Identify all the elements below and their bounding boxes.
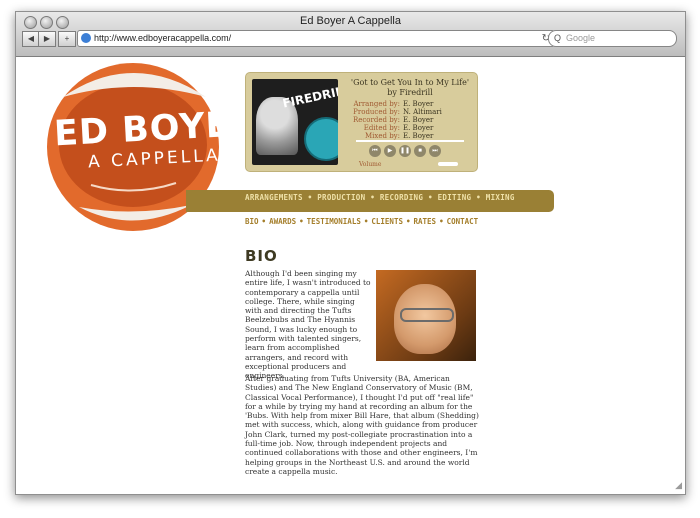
portrait-photo xyxy=(376,270,476,361)
main-nav-links[interactable]: ARRANGEMENTS • PRODUCTION • RECORDING • … xyxy=(245,193,515,202)
resize-grip-icon[interactable]: ◢ xyxy=(675,480,682,491)
page-content: ED BOYER A CAPPELLA FIREDRILL! 'Got to G… xyxy=(16,57,685,494)
album-title-text: FIREDRILL! xyxy=(281,81,338,111)
credit-row: Produced by: N. Altimari xyxy=(344,108,442,116)
address-bar[interactable]: http://www.edboyeracappella.com/ ↻ xyxy=(77,30,555,47)
song-title: 'Got to Get You In to My Life' xyxy=(350,78,470,87)
sub-nav: BIO • AWARDS • TESTIMONIALS • CLIENTS • RATES • CO… xyxy=(245,217,478,226)
nav-link-awards[interactable]: AWARDS xyxy=(269,217,296,226)
credit-value: E. Boyer xyxy=(403,100,434,108)
credit-label: Edited by: xyxy=(363,124,400,132)
credit-row: Recorded by: E. Boyer xyxy=(344,116,442,124)
next-track-button[interactable]: ⏭ xyxy=(429,145,441,157)
song-artist: by Firedrill xyxy=(387,88,433,97)
play-button[interactable]: ▶ xyxy=(384,145,396,157)
bio-heading: BIO xyxy=(245,247,278,265)
add-bookmark-button[interactable]: + xyxy=(58,31,76,47)
stop-button[interactable]: ■ xyxy=(414,145,426,157)
url-text: http://www.edboyeracappella.com/ xyxy=(94,33,232,43)
credit-value: E. Boyer xyxy=(403,132,434,140)
album-disc-icon xyxy=(304,117,338,161)
credit-row: Edited by: E. Boyer xyxy=(344,124,442,132)
credit-label: Produced by: xyxy=(353,108,400,116)
plus-icon: + xyxy=(64,34,70,43)
nav-separator: • xyxy=(439,217,444,226)
credit-row: Mixed by: E. Boyer xyxy=(344,132,442,140)
nav-separator: • xyxy=(363,217,369,226)
nav-separator: • xyxy=(261,217,267,226)
credit-value: N. Altimari xyxy=(403,108,442,116)
credit-row: Arranged by: E. Boyer xyxy=(344,100,442,108)
volume-slider[interactable] xyxy=(438,162,458,166)
music-player: FIREDRILL! 'Got to Get You In to My Life… xyxy=(245,72,478,172)
credit-label: Recorded by: xyxy=(352,116,400,124)
bio-paragraph-2: After graduating from Tufts University (… xyxy=(245,374,479,476)
credit-value: E. Boyer xyxy=(403,124,434,132)
search-placeholder: Google xyxy=(566,33,596,43)
previous-track-button[interactable]: ⏮ xyxy=(369,145,381,157)
nav-link-clients[interactable]: CLIENTS xyxy=(371,217,403,226)
pause-button[interactable]: ❚❚ xyxy=(399,145,411,157)
nav-link-rates[interactable]: RATES xyxy=(414,217,437,226)
forward-arrow-icon: ▶ xyxy=(43,34,51,43)
nav-link-contact[interactable]: CONTACT xyxy=(447,217,479,226)
bio-paragraph-1: Although I'd been singing my entire life… xyxy=(245,269,371,381)
title-bar: Ed Boyer A Cappella ◀ ▶ + http://www.edb… xyxy=(16,12,685,57)
player-controls: ⏮ ▶ ❚❚ ■ ⏭ xyxy=(369,145,441,157)
globe-icon xyxy=(81,33,91,43)
window-title: Ed Boyer A Cappella xyxy=(300,15,401,27)
credit-label: Mixed by: xyxy=(365,132,400,140)
progress-bar[interactable] xyxy=(356,140,464,142)
forward-button[interactable]: ▶ xyxy=(38,31,56,47)
credits-list: Arranged by: E. Boyer Produced by: N. Alti… xyxy=(344,100,442,140)
main-nav-bar: ARRANGEMENTS • PRODUCTION • RECORDING • … xyxy=(186,190,554,212)
volume-label: Volume xyxy=(359,161,382,168)
browser-window: Ed Boyer A Cappella ◀ ▶ + http://www.edb… xyxy=(15,11,686,495)
back-arrow-icon: ◀ xyxy=(27,34,35,43)
nav-separator: • xyxy=(405,217,411,226)
nav-separator: • xyxy=(299,217,304,226)
search-field[interactable]: Q Google xyxy=(548,30,677,47)
search-icon: Q xyxy=(554,33,562,43)
album-art: FIREDRILL! xyxy=(252,79,338,165)
credit-value: E. Boyer xyxy=(403,116,434,124)
nav-link-bio[interactable]: BIO xyxy=(245,217,259,226)
portrait-glasses xyxy=(400,308,454,322)
nav-link-testimonials[interactable]: TESTIMONIALS xyxy=(307,217,361,226)
credit-label: Arranged by: xyxy=(353,100,400,108)
